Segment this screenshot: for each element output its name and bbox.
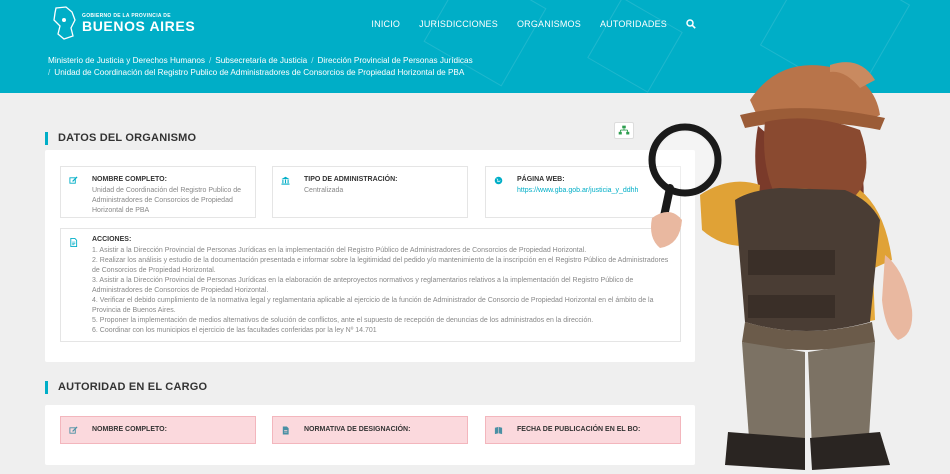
globe-icon [494,176,503,185]
accion-item: 4. Verificar el debido cumplimiento de l… [92,297,654,314]
main-nav: INICIO JURISDICCIONES ORGANISMOS AUTORID… [371,19,696,29]
document-icon [70,238,78,247]
detective-figure-image [648,62,913,470]
institution-icon [281,176,290,185]
accion-item: 1. Asistir a la Dirección Provincial de … [92,247,587,254]
datos-section-title: DATOS DEL ORGANISMO [45,132,196,145]
nombre-value: Unidad de Coordinación del Registro Publ… [92,187,242,214]
book-icon [494,426,503,435]
accion-item: 5. Proponer la implementación de medios … [92,317,594,324]
normativa-card: NORMATIVA DE DESIGNACIÓN: [272,416,468,444]
breadcrumb: Ministerio de Justicia y Derechos Humano… [48,56,473,77]
accion-item: 6. Coordinar con los municipios el ejerc… [92,327,377,334]
autoridad-nombre-card: NOMBRE COMPLETO: [60,416,256,444]
breadcrumb-item[interactable]: Dirección Provincial de Personas Jurídic… [318,56,473,65]
nav-inicio[interactable]: INICIO [371,19,400,29]
edit-icon [69,426,78,434]
breadcrumb-item[interactable]: Subsecretaría de Justicia [215,56,307,65]
edit-icon [69,176,78,184]
autoridad-nombre-label: NOMBRE COMPLETO: [92,426,167,433]
site-logo[interactable]: GOBIERNO DE LA PROVINCIA DE BUENOS AIRES [52,6,195,40]
nav-jurisdicciones[interactable]: JURISDICCIONES [419,19,498,29]
web-link[interactable]: https://www.gba.gob.ar/justicia_y_ddhh [517,187,638,194]
nombre-label: NOMBRE COMPLETO: [92,176,167,183]
nav-autoridades[interactable]: AUTORIDADES [600,19,667,29]
accion-item: 2. Realizar los análisis y estudio de la… [92,257,669,274]
nombre-card: NOMBRE COMPLETO: Unidad de Coordinación … [60,166,256,218]
nav-organismos[interactable]: ORGANISMOS [517,19,581,29]
acciones-label: ACCIONES: [92,236,132,243]
search-icon[interactable] [686,19,696,29]
tipo-card: TIPO DE ADMINISTRACIÓN: Centralizada [272,166,468,218]
acciones-card: ACCIONES: 1. Asistir a la Dirección Prov… [60,228,681,342]
tipo-label: TIPO DE ADMINISTRACIÓN: [304,176,398,183]
normativa-label: NORMATIVA DE DESIGNACIÓN: [304,426,411,433]
breadcrumb-item[interactable]: Ministerio de Justicia y Derechos Humano… [48,56,205,65]
accion-item: 3. Asistir a la Dirección Provincial de … [92,277,634,294]
file-icon [282,426,289,435]
autoridad-section-title: AUTORIDAD EN EL CARGO [45,381,207,394]
logo-big-text: BUENOS AIRES [82,18,196,34]
province-map-icon [53,6,76,40]
breadcrumb-item[interactable]: Unidad de Coordinación del Registro Publ… [54,68,464,77]
tipo-value: Centralizada [304,187,344,194]
